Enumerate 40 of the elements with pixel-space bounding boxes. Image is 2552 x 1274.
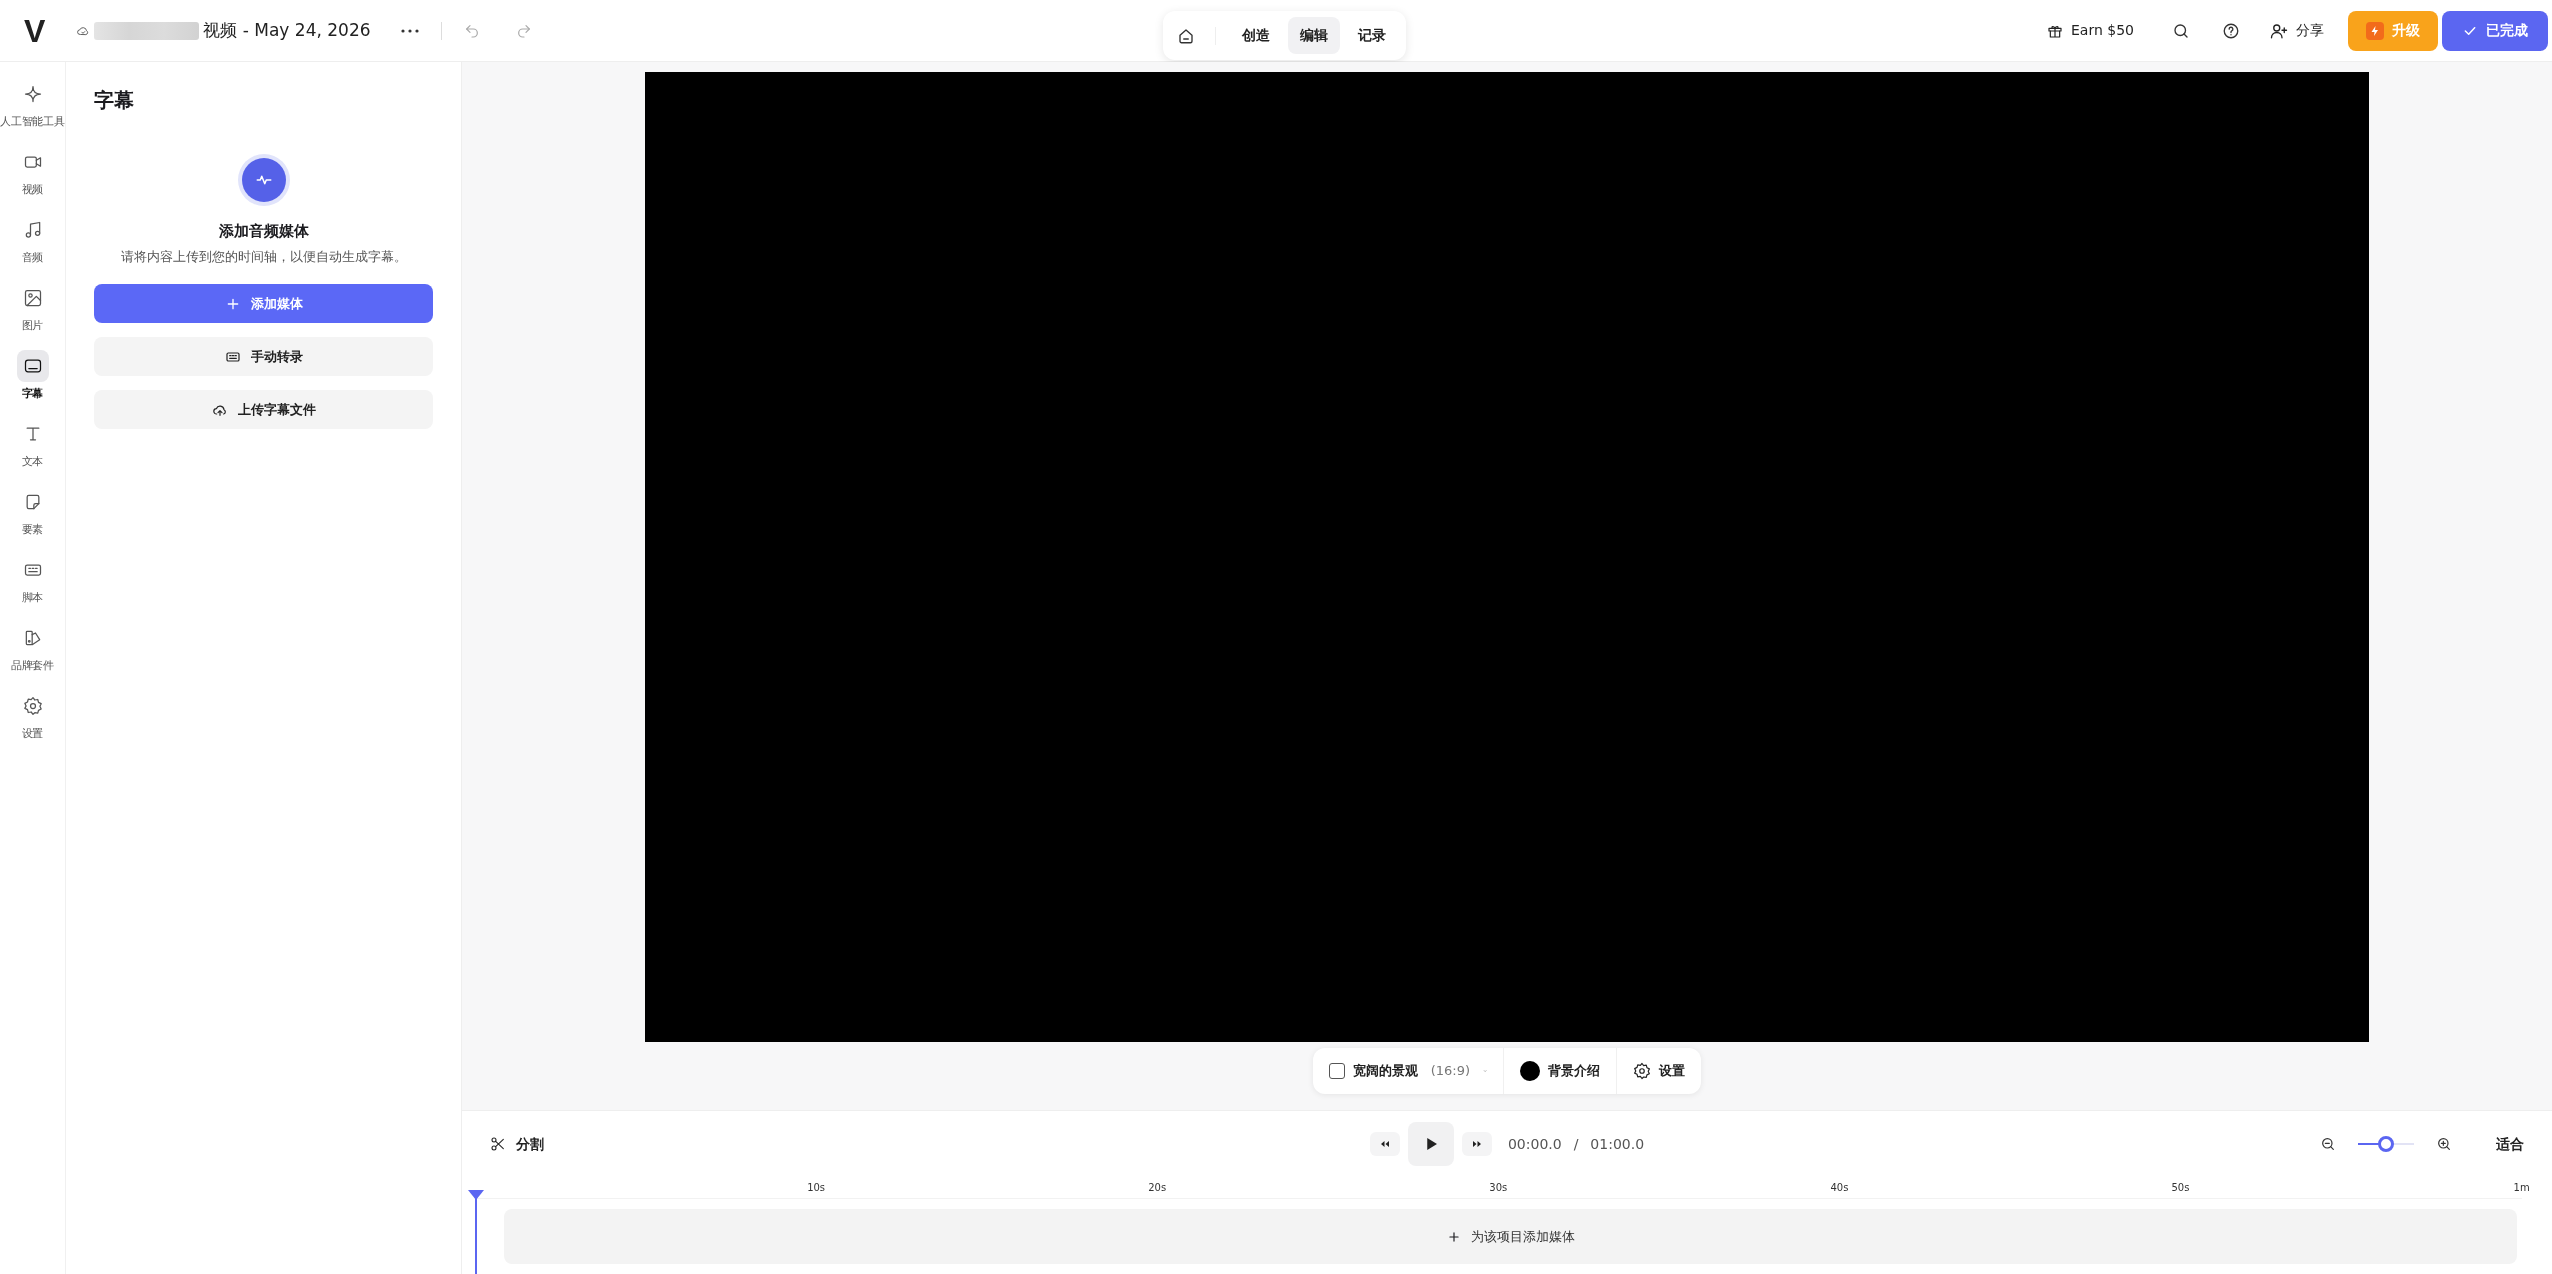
add-media-hint: 为该项目添加媒体: [1470, 1227, 1575, 1246]
sidebar-item[interactable]: 设置: [0, 690, 66, 758]
duration: 01:00.0: [1590, 1134, 1645, 1154]
project-title[interactable]: 视频 - May 24, 2026: [203, 17, 371, 44]
timeline-track[interactable]: 为该项目添加媒体: [504, 1209, 2517, 1264]
sidebar-item[interactable]: 图片: [0, 282, 66, 350]
earn-button[interactable]: Earn $50: [2035, 12, 2146, 49]
settings-button[interactable]: 设置: [1616, 1048, 1702, 1094]
sidebar-item[interactable]: 视频: [0, 146, 66, 214]
sidebar-item[interactable]: 人工智能工具: [0, 78, 66, 146]
ruler-label: 1m: [2513, 1181, 2530, 1195]
share-button[interactable]: 分享: [2258, 12, 2336, 49]
sidebar-item[interactable]: 品牌套件: [0, 622, 66, 690]
sidebar-item[interactable]: 要素: [0, 486, 66, 554]
upload-subtitles-button[interactable]: 上传字幕文件: [94, 390, 433, 429]
sidebar-item[interactable]: 脚本: [0, 554, 66, 622]
aspect-ratio-dropdown[interactable]: 宽阔的景观 (16:9): [1312, 1048, 1504, 1094]
split-button[interactable]: 分割: [484, 1129, 550, 1159]
logo[interactable]: V: [24, 14, 45, 47]
ruler-label: 30s: [1489, 1181, 1508, 1195]
done-button[interactable]: 已完成: [2442, 10, 2548, 51]
add-media-button[interactable]: 添加媒体: [94, 284, 433, 323]
sidebar-item[interactable]: 字幕: [0, 350, 66, 418]
fit-button[interactable]: 适合: [2490, 1129, 2530, 1159]
background-button[interactable]: 背景介绍: [1503, 1048, 1617, 1094]
ruler-label: 10s: [807, 1181, 826, 1195]
panel-heading: 添加音频媒体: [217, 221, 310, 242]
mode-tab[interactable]: 创造: [1229, 17, 1282, 54]
ruler-label: 20s: [1148, 1181, 1167, 1195]
ruler-label: 50s: [2171, 1181, 2190, 1195]
panel-title: 字幕: [94, 88, 135, 112]
sidebar-item[interactable]: 文本: [0, 418, 66, 486]
mode-tab[interactable]: 编辑: [1287, 17, 1340, 54]
transcribe-button[interactable]: 手动转录: [94, 337, 433, 376]
current-time: 00:00.0: [1507, 1134, 1562, 1154]
mode-tab[interactable]: 记录: [1345, 17, 1398, 54]
time-separator: /: [1573, 1134, 1579, 1154]
panel-description: 请将内容上传到您的时间轴，以便自动生成字幕。: [119, 247, 408, 266]
sidebar-item[interactable]: 音频: [0, 214, 66, 282]
ruler-label: 40s: [1830, 1181, 1849, 1195]
